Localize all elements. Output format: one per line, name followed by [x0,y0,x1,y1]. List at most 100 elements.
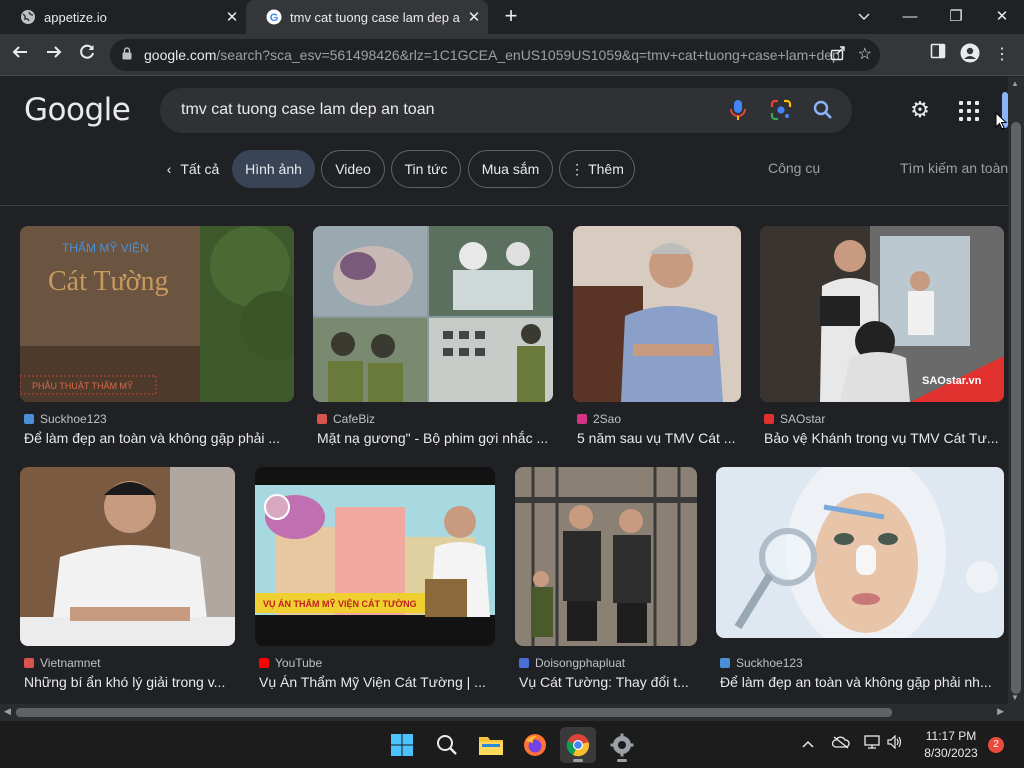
forward-button[interactable] [42,43,66,67]
filter-images[interactable]: Hình ảnh [232,150,315,188]
close-tab-icon[interactable]: ✕ [460,8,488,26]
restore-button[interactable]: ❐ [938,4,974,30]
filter-video[interactable]: Video [321,150,385,188]
close-tab-icon[interactable]: ✕ [218,8,246,26]
result-thumbnail[interactable]: VỤ ÁN THẨM MỸ VIỆN CÁT TƯỜNG [255,467,495,646]
result-thumbnail[interactable] [20,467,235,646]
result-caption[interactable]: Để làm đẹp an toàn và không gặp phải ... [24,430,294,446]
search-icon[interactable] [812,99,834,121]
minimize-button[interactable]: — [892,4,928,30]
search-box[interactable]: tmv cat tuong case lam dep an toan [160,88,852,133]
scroll-left-arrow-icon[interactable]: ◀ [4,706,11,717]
result-caption[interactable]: Vụ Cát Tường: Thay đổi t... [519,674,701,690]
result-thumbnail[interactable] [313,226,553,402]
more-vert-icon: ⋮ [570,160,585,177]
result-caption[interactable]: Để làm đẹp an toàn và không gặp phải nh.… [720,674,1008,690]
filter-more[interactable]: ⋮ Thêm [559,150,635,188]
source-favicon-icon [764,414,774,424]
chrome-taskbar-button[interactable] [560,727,596,763]
result-thumbnail[interactable]: SAOstar.vn [760,226,1004,402]
file-explorer-button[interactable] [473,727,509,763]
search-icon [437,735,457,755]
filter-news-label: Tin tức [404,161,448,177]
url-host: google.com [144,47,217,63]
result-source[interactable]: YouTube [259,656,322,670]
source-favicon-icon [317,414,327,424]
voice-search-icon[interactable] [728,99,748,121]
filter-images-label: Hình ảnh [245,161,302,177]
notification-badge[interactable]: 2 [988,737,1004,753]
result-caption[interactable]: Vụ Án Thẩm Mỹ Viện Cát Tường | ... [259,674,499,690]
source-name: CafeBiz [333,412,376,426]
system-clock[interactable]: 11:17 PM 8/30/2023 [916,728,986,762]
lens-search-icon[interactable] [770,99,792,121]
result-thumbnail[interactable]: THẨM MỸ VIỆN Cát Tường PHẪU THUẬT THẨM M… [20,226,294,402]
scroll-down-arrow-icon[interactable]: ▼ [1011,693,1019,702]
tab-search-button[interactable] [846,4,882,30]
safe-search-button[interactable]: Tìm kiếm an toàn [900,160,1008,176]
chevron-down-icon [858,13,870,20]
close-window-button[interactable]: ✕ [984,4,1020,30]
result-source[interactable]: Suckhoe123 [720,656,803,670]
sign-top-text: THẨM MỸ VIỆN [62,240,149,255]
result-thumbnail[interactable] [515,467,697,646]
onedrive-cloud-icon[interactable] [831,735,850,752]
result-caption[interactable]: Bảo vệ Khánh trong vụ TMV Cát Tư... [764,430,1008,446]
show-hidden-icons-chevron-up-icon[interactable] [802,735,814,751]
profile-button[interactable] [958,43,982,67]
url-text: google.com/search?sca_esv=561498426&rlz=… [144,47,844,63]
scroll-up-arrow-icon[interactable]: ▲ [1011,79,1019,88]
tab-google-search[interactable]: G tmv cat tuong case lam dep an to ✕ [246,0,488,34]
side-panel-button[interactable] [926,43,950,67]
source-name: YouTube [275,656,323,670]
source-favicon-icon [577,414,587,424]
share-icon[interactable] [830,45,846,65]
watermark-text: SAOstar.vn [922,375,982,387]
horizontal-scrollbar[interactable]: ◀ ▶ [0,704,1008,720]
address-bar[interactable]: google.com/search?sca_esv=561498426&rlz=… [110,39,880,71]
new-tab-button[interactable]: + [498,4,524,30]
result-source[interactable]: Suckhoe123 [24,412,107,426]
result-source[interactable]: CafeBiz [317,412,375,426]
settings-gear-icon[interactable]: ⚙ [908,98,932,122]
chrome-menu-button[interactable]: ⋮ [990,43,1014,67]
result-source[interactable]: SAOstar [764,412,825,426]
settings-taskbar-button[interactable] [604,727,640,763]
chevron-left-icon: ‹ [166,161,172,177]
vertical-scroll-thumb[interactable] [1011,122,1021,694]
result-caption[interactable]: Mặt nạ gương" - Bộ phim gợi nhắc ... [317,430,557,446]
result-caption[interactable]: 5 năm sau vụ TMV Cát ... [577,430,745,446]
back-arrow-icon [12,46,27,58]
result-caption[interactable]: Những bí ẩn khó lý giải trong v... [24,674,239,690]
filter-shopping[interactable]: Mua sắm [468,150,553,188]
network-icon[interactable] [864,735,880,752]
source-favicon-icon [24,658,34,668]
google-logo[interactable]: Google [24,92,131,128]
result-source[interactable]: Vietnamnet [24,656,101,670]
profile-avatar-icon [960,43,980,63]
google-favicon-icon: G [266,9,282,25]
google-apps-icon[interactable] [958,100,980,122]
result-thumbnail[interactable] [573,226,741,402]
result-source[interactable]: 2Sao [577,412,621,426]
tools-button[interactable]: Công cụ [768,160,820,176]
back-button[interactable] [8,43,32,67]
scroll-right-arrow-icon[interactable]: ▶ [997,706,1004,717]
reload-button[interactable] [75,43,99,67]
tab-strip: appetize.io ✕ G tmv cat tuong case lam d… [0,0,1024,34]
search-input[interactable]: tmv cat tuong case lam dep an toan [181,101,434,119]
running-indicator [617,759,627,762]
volume-icon[interactable] [887,734,903,752]
vertical-scrollbar[interactable]: ▲ ▼ [1008,77,1024,704]
filter-all[interactable]: ‹ Tất cả [158,150,228,188]
start-button[interactable] [384,727,420,763]
filter-news[interactable]: Tin tức [391,150,461,188]
reload-icon [80,44,94,59]
firefox-button[interactable] [517,727,553,763]
result-source[interactable]: Doisongphapluat [519,656,625,670]
taskbar-search-button[interactable] [429,727,465,763]
bookmark-star-icon[interactable]: ☆ [858,44,872,64]
horizontal-scroll-thumb[interactable] [16,708,892,717]
tab-appetize[interactable]: appetize.io ✕ [0,0,246,34]
result-thumbnail[interactable] [716,467,1004,638]
